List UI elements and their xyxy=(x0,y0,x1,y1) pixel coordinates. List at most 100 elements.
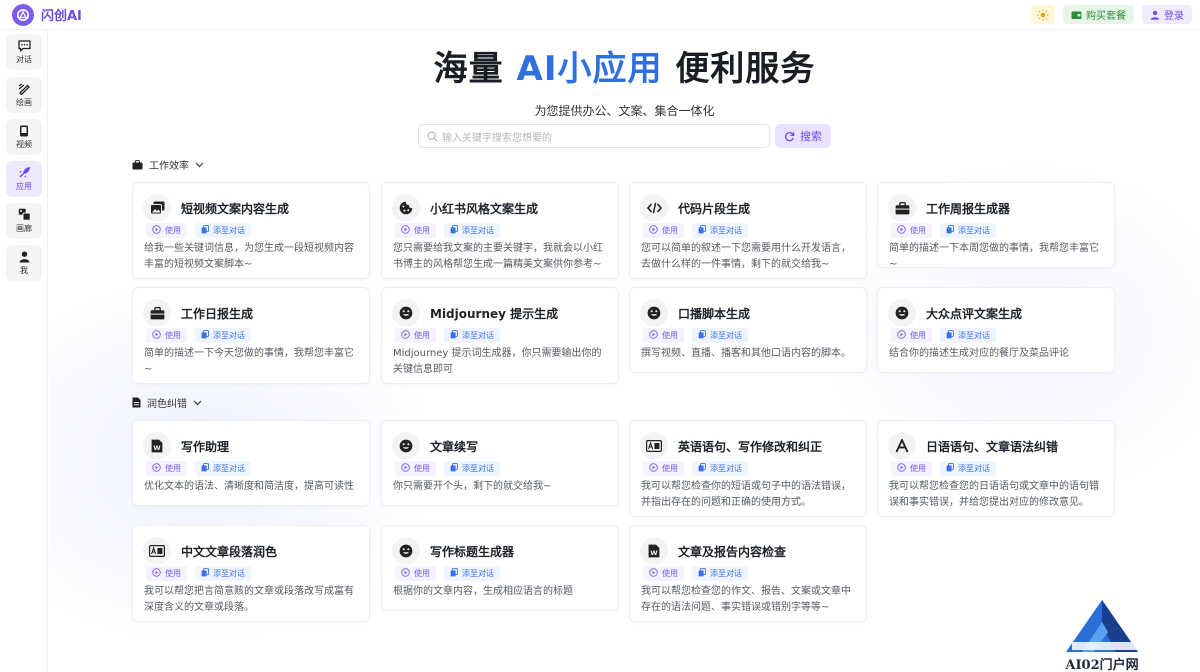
app-card[interactable]: 小红书风格文案生成 使用 添至对话 您只需要给我文案的主要关键字，我就会以小红书博主的… xyxy=(381,182,619,279)
play-circle-icon xyxy=(401,568,410,579)
add-to-chat-button[interactable]: 添至对话 xyxy=(692,461,748,476)
play-circle-icon xyxy=(649,225,658,236)
use-button[interactable]: 使用 xyxy=(146,566,187,581)
use-button[interactable]: 使用 xyxy=(395,566,436,581)
play-circle-icon xyxy=(401,225,410,236)
search-button[interactable]: 搜索 xyxy=(775,124,831,148)
add-to-chat-button[interactable]: 添至对话 xyxy=(195,328,251,343)
sidebar-item-label: 对话 xyxy=(16,54,32,64)
play-circle-icon xyxy=(401,463,410,474)
add-to-chat-button[interactable]: 添至对话 xyxy=(692,223,748,238)
watermark-mark-icon xyxy=(1066,600,1142,652)
add-to-chat-button[interactable]: 添至对话 xyxy=(195,461,251,476)
login-button[interactable]: 登录 xyxy=(1142,5,1192,24)
add-to-chat-button[interactable]: 添至对话 xyxy=(444,461,500,476)
use-button[interactable]: 使用 xyxy=(146,223,187,238)
chat-icon xyxy=(17,39,31,52)
use-label: 使用 xyxy=(662,331,678,340)
sidebar-item-chat[interactable]: 对话 xyxy=(6,34,42,70)
add-to-chat-button[interactable]: 添至对话 xyxy=(444,566,500,581)
svg-text:W: W xyxy=(153,444,160,452)
copy-icon xyxy=(946,330,954,341)
page-title: 海量 AI小应用 便利服务 xyxy=(433,49,816,89)
add-to-chat-button[interactable]: 添至对话 xyxy=(195,223,251,238)
copy-icon xyxy=(450,463,458,474)
photo-stack-icon xyxy=(143,194,171,222)
smile-icon xyxy=(392,432,420,460)
use-button[interactable]: 使用 xyxy=(395,223,436,238)
card-description: 根据你的文章内容，生成相应语言的标题 xyxy=(393,586,573,597)
sidebar-item-video[interactable]: 视频 xyxy=(6,119,42,155)
section-header-work-efficiency[interactable]: 工作效率 xyxy=(132,157,204,172)
use-button[interactable]: 使用 xyxy=(146,328,187,343)
app-logo[interactable]: 闪创AI xyxy=(12,3,82,26)
add-to-chat-button[interactable]: 添至对话 xyxy=(444,223,500,238)
add-to-chat-button[interactable]: 添至对话 xyxy=(940,328,996,343)
use-button[interactable]: 使用 xyxy=(891,223,932,238)
use-label: 使用 xyxy=(414,331,430,340)
card-description: 优化文本的语法、清晰度和简洁度，提高可读性 xyxy=(144,481,354,492)
add-to-chat-button[interactable]: 添至对话 xyxy=(692,566,748,581)
briefcase-icon xyxy=(888,194,916,222)
card-title: 写作助理 xyxy=(181,439,230,454)
use-button[interactable]: 使用 xyxy=(146,461,187,476)
sidebar-item-draw[interactable]: 绘画 xyxy=(6,77,42,113)
app-card[interactable]: W 写作助理使用 添至对话优化文本的语法、清晰度和简洁度，提高可读性 xyxy=(132,420,370,506)
card-title: 日语语句、文章语法纠错 xyxy=(926,439,1059,454)
use-label: 使用 xyxy=(165,226,181,235)
theme-toggle-button[interactable] xyxy=(1031,5,1055,24)
use-button[interactable]: 使用 xyxy=(643,461,684,476)
add-to-chat-button[interactable]: 添至对话 xyxy=(692,328,748,343)
app-card[interactable]: W 文章及报告内容检查 使用 添至对话 我可以帮您检查您的作文、报告、文案或文章中存在的… xyxy=(629,525,867,622)
sidebar-item-apps[interactable]: 应用 xyxy=(6,161,42,197)
smile-icon xyxy=(392,299,420,327)
card-description: 您只需要给我文案的主要关键字，我就会以小红书博主的风格帮您生成一篇精美文案供你参… xyxy=(393,243,603,270)
translate-icon xyxy=(640,432,668,460)
app-card[interactable]: 英语语句、写作修改和纠正 使用 添至对话 我可以帮您检查你的短语或句子中的语法错误，并… xyxy=(629,420,867,517)
use-button[interactable]: 使用 xyxy=(643,223,684,238)
use-label: 使用 xyxy=(165,331,181,340)
app-card[interactable]: Midjourney 提示生成 使用 添至对话 Midjourney 提示词生成器，你… xyxy=(381,287,619,384)
document-icon xyxy=(132,397,141,408)
add-to-chat-label: 添至对话 xyxy=(710,464,742,473)
watermark-text: AI02门户网 xyxy=(1065,658,1139,672)
app-card[interactable]: 工作周报生成器 使用 添至对话 简单的描述一下本周您做的事情，我帮您丰富它~ xyxy=(877,182,1115,270)
add-to-chat-label: 添至对话 xyxy=(958,464,990,473)
use-button[interactable]: 使用 xyxy=(891,461,932,476)
sidebar-item-me[interactable]: 我 xyxy=(6,245,42,281)
use-button[interactable]: 使用 xyxy=(395,328,436,343)
add-to-chat-label: 添至对话 xyxy=(710,569,742,578)
play-circle-icon xyxy=(897,330,906,341)
card-title: 写作标题生成器 xyxy=(430,544,515,559)
add-to-chat-button[interactable]: 添至对话 xyxy=(940,223,996,238)
add-to-chat-button[interactable]: 添至对话 xyxy=(940,461,996,476)
play-circle-icon xyxy=(649,330,658,341)
add-to-chat-label: 添至对话 xyxy=(462,331,494,340)
use-button[interactable]: 使用 xyxy=(643,328,684,343)
add-to-chat-button[interactable]: 添至对话 xyxy=(195,566,251,581)
top-bar: 闪创AI 购买套餐 登录 xyxy=(0,0,1200,30)
card-description: 我可以帮您检查您的作文、报告、文案或文章中存在的语法问题、事实错误或错别字等等~ xyxy=(641,586,851,613)
use-button[interactable]: 使用 xyxy=(891,328,932,343)
app-card[interactable]: 代码片段生成 使用 添至对话 您可以简单的叙述一下您需要用什么开发语言，去做什么样的一… xyxy=(629,182,867,279)
app-card[interactable]: 口播脚本生成 使用 添至对话 撰写视频、直播、播客和其他口语内容的脚本。 xyxy=(629,287,867,373)
add-to-chat-label: 添至对话 xyxy=(710,226,742,235)
app-card[interactable]: 中文文章段落润色 使用 添至对话 我可以帮您把言简意赅的文章或段落改写成富有深度含义的… xyxy=(132,525,370,622)
use-button[interactable]: 使用 xyxy=(643,566,684,581)
app-card[interactable]: 大众点评文案生成 使用 添至对话 结合你的描述生成对应的餐厅及菜品评论 xyxy=(877,287,1115,373)
app-card[interactable]: 短视频文案内容生成 使用 添至对话 给我一些关键词信息，为您生成一段短视频内容丰富的短… xyxy=(132,182,370,279)
buy-package-button[interactable]: 购买套餐 xyxy=(1063,5,1134,24)
search-input[interactable]: 输入关键字搜索您想要的 xyxy=(418,124,770,148)
app-card[interactable]: 文章续写 使用 添至对话 你只需要开个头，剩下的就交给我~ xyxy=(381,420,619,506)
app-card[interactable]: 写作标题生成器使用 添至对话根据你的文章内容，生成相应语言的标题 xyxy=(381,525,619,611)
use-button[interactable]: 使用 xyxy=(395,461,436,476)
search-button-label: 搜索 xyxy=(800,130,822,143)
app-card[interactable]: 日语语句、文章语法纠错 使用 添至对话 我可以帮您检查您的日语语句或文章中的语句错误和… xyxy=(877,420,1115,517)
app-card[interactable]: 工作日报生成 使用 添至对话 简单的描述一下今天您做的事情，我帮您丰富它~ xyxy=(132,287,370,384)
add-to-chat-button[interactable]: 添至对话 xyxy=(444,328,500,343)
section-header-polish-correction[interactable]: 润色纠错 xyxy=(132,395,202,410)
smile-icon xyxy=(640,299,668,327)
play-circle-icon xyxy=(152,568,161,579)
sidebar-item-gallery[interactable]: 画廊 xyxy=(6,203,42,239)
card-title: 文章续写 xyxy=(430,439,479,454)
